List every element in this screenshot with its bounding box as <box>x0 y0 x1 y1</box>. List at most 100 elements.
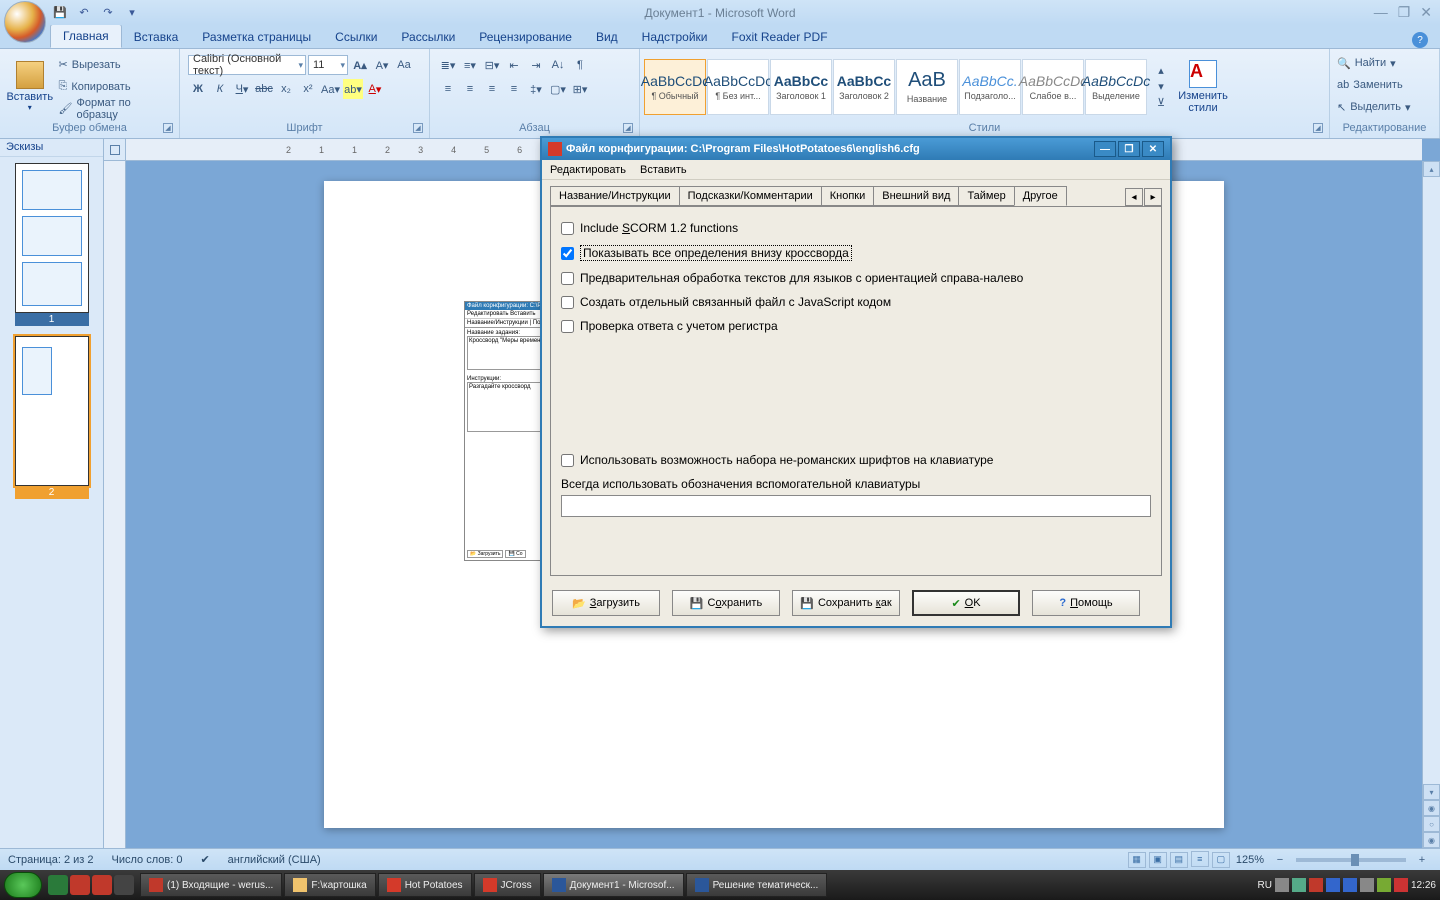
style-emphasis[interactable]: AaBbCcDcВыделение <box>1085 59 1147 115</box>
style-nospacing[interactable]: AaBbCcDc¶ Без инт... <box>707 59 769 115</box>
styles-gallery[interactable]: AaBbCcDc¶ Обычный AaBbCcDc¶ Без инт... A… <box>644 59 1147 115</box>
format-painter-button[interactable]: 🖌Формат по образцу <box>58 99 175 119</box>
clipboard-launcher[interactable]: ◢ <box>163 123 173 133</box>
change-styles-button[interactable]: A Изменить стили <box>1173 52 1233 122</box>
save-icon[interactable]: 💾 <box>50 4 70 22</box>
dialog-tab-scroll-right[interactable]: ▸ <box>1144 188 1162 206</box>
tray-volume-icon[interactable] <box>1360 878 1374 892</box>
status-page[interactable]: Страница: 2 из 2 <box>8 854 94 866</box>
checkbox-scorm[interactable]: Include SCORM 1.2 functions <box>561 221 1151 235</box>
dialog-tab-appearance[interactable]: Внешний вид <box>873 186 959 206</box>
dialog-save-button[interactable]: 💾Сохранить <box>672 590 780 616</box>
qat-customize-icon[interactable]: ▾ <box>122 4 142 22</box>
select-button[interactable]: ↖Выделить ▾ <box>1336 97 1412 117</box>
font-launcher[interactable]: ◢ <box>413 123 423 133</box>
dialog-saveas-button[interactable]: 💾Сохранить как <box>792 590 900 616</box>
checkbox-rtl[interactable]: Предварительная обработка текстов для яз… <box>561 271 1151 285</box>
keypad-input[interactable] <box>561 495 1151 517</box>
paragraph-launcher[interactable]: ◢ <box>623 123 633 133</box>
dialog-tab-buttons[interactable]: Кнопки <box>821 186 875 206</box>
cut-button[interactable]: ✂Вырезать <box>58 55 175 75</box>
tray-icon-6[interactable] <box>1377 878 1391 892</box>
checkbox-separate-js[interactable]: Создать отдельный связанный файл с JavaS… <box>561 295 1151 309</box>
zoom-in-button[interactable]: + <box>1412 850 1432 870</box>
paste-button[interactable]: Вставить ▾ <box>4 52 56 122</box>
style-subtitle[interactable]: AaBbCc.Подзаголо... <box>959 59 1021 115</box>
prev-page-button[interactable]: ◉ <box>1423 800 1440 816</box>
tray-lang[interactable]: RU <box>1258 880 1272 891</box>
tab-foxit[interactable]: Foxit Reader PDF <box>720 26 840 48</box>
align-center-button[interactable]: ≡ <box>460 79 480 99</box>
font-color-button[interactable]: A▾ <box>365 79 385 99</box>
styles-more[interactable]: ⊻ <box>1151 95 1171 111</box>
replace-button[interactable]: abЗаменить <box>1336 75 1404 95</box>
close-button[interactable]: ✕ <box>1420 4 1432 21</box>
tray-icon-4[interactable] <box>1326 878 1340 892</box>
tab-insert[interactable]: Вставка <box>122 26 191 48</box>
taskbar-item-hotpotatoes[interactable]: Hot Potatoes <box>378 873 472 897</box>
numbering-button[interactable]: ≡▾ <box>460 55 480 75</box>
tray-icon-3[interactable] <box>1309 878 1323 892</box>
style-normal[interactable]: AaBbCcDc¶ Обычный <box>644 59 706 115</box>
quicklaunch-3[interactable] <box>92 875 112 895</box>
scroll-up-button[interactable]: ▴ <box>1423 161 1440 177</box>
style-heading1[interactable]: AaBbCcЗаголовок 1 <box>770 59 832 115</box>
dialog-menu-edit[interactable]: Редактировать <box>550 164 626 176</box>
minimize-button[interactable]: — <box>1374 4 1388 21</box>
clear-format-icon[interactable]: Aa <box>394 55 414 75</box>
dialog-tab-timer[interactable]: Таймер <box>958 186 1014 206</box>
italic-button[interactable]: К <box>210 79 230 99</box>
view-print-layout[interactable]: ▦ <box>1128 852 1146 868</box>
zoom-out-button[interactable]: − <box>1270 850 1290 870</box>
taskbar-item-word[interactable]: Документ1 - Microsof... <box>543 873 684 897</box>
taskbar-item-explorer[interactable]: F:\картошка <box>284 873 375 897</box>
strike-button[interactable]: abc <box>254 79 274 99</box>
undo-icon[interactable]: ↶ <box>74 4 94 22</box>
justify-button[interactable]: ≡ <box>504 79 524 99</box>
dialog-tab-other[interactable]: Другое <box>1014 186 1067 206</box>
dialog-tab-scroll-left[interactable]: ◂ <box>1125 188 1143 206</box>
copy-button[interactable]: ⎘Копировать <box>58 77 175 97</box>
change-case-button[interactable]: Aa▾ <box>320 79 341 99</box>
dialog-maximize-button[interactable]: ❐ <box>1118 141 1140 157</box>
dialog-close-button[interactable]: ✕ <box>1142 141 1164 157</box>
show-marks-button[interactable]: ¶ <box>570 55 590 75</box>
taskbar-item-doc2[interactable]: Решение тематическ... <box>686 873 828 897</box>
find-button[interactable]: 🔍Найти ▾ <box>1336 53 1397 73</box>
thumbnail-page-2[interactable] <box>15 336 89 486</box>
styles-row-down[interactable]: ▾ <box>1151 79 1171 95</box>
start-button[interactable] <box>4 872 42 898</box>
tray-icon-2[interactable] <box>1292 878 1306 892</box>
style-subtle[interactable]: AaBbCcDcСлабое в... <box>1022 59 1084 115</box>
dialog-load-button[interactable]: 📂Загрузить <box>552 590 660 616</box>
taskbar-item-jcross[interactable]: JCross <box>474 873 541 897</box>
shading-button[interactable]: ▢▾ <box>548 79 568 99</box>
line-spacing-button[interactable]: ‡▾ <box>526 79 546 99</box>
status-spellcheck-icon[interactable]: ✔ <box>200 853 209 866</box>
quicklaunch-1[interactable] <box>48 875 68 895</box>
tray-icon-5[interactable] <box>1343 878 1357 892</box>
browse-object-button[interactable]: ○ <box>1423 816 1440 832</box>
view-web-layout[interactable]: ▤ <box>1170 852 1188 868</box>
font-name-combo[interactable]: Calibri (Основной текст) <box>188 55 306 75</box>
vertical-scrollbar[interactable]: ▴ ▾ ◉ ○ ◉ <box>1422 161 1440 848</box>
status-language[interactable]: английский (США) <box>228 854 321 866</box>
quicklaunch-4[interactable] <box>114 875 134 895</box>
tab-addins[interactable]: Надстройки <box>630 26 720 48</box>
font-size-combo[interactable]: 11 <box>308 55 348 75</box>
redo-icon[interactable]: ↷ <box>98 4 118 22</box>
dialog-titlebar[interactable]: Файл корнфигурации: C:\Program Files\Hot… <box>542 138 1170 160</box>
next-page-button[interactable]: ◉ <box>1423 832 1440 848</box>
zoom-level[interactable]: 125% <box>1236 854 1264 866</box>
dialog-menu-insert[interactable]: Вставить <box>640 164 687 176</box>
style-heading2[interactable]: AaBbCcЗаголовок 2 <box>833 59 895 115</box>
taskbar-item-opera[interactable]: (1) Входящие - werus... <box>140 873 282 897</box>
quicklaunch-2[interactable] <box>70 875 90 895</box>
bold-button[interactable]: Ж <box>188 79 208 99</box>
styles-row-up[interactable]: ▴ <box>1151 63 1171 79</box>
status-words[interactable]: Число слов: 0 <box>112 854 183 866</box>
tab-view[interactable]: Вид <box>584 26 630 48</box>
checkbox-case-sensitive[interactable]: Проверка ответа с учетом регистра <box>561 319 1151 333</box>
underline-button[interactable]: Ч▾ <box>232 79 252 99</box>
checkbox-show-definitions[interactable]: Показывать все определения внизу кроссво… <box>561 245 1151 261</box>
